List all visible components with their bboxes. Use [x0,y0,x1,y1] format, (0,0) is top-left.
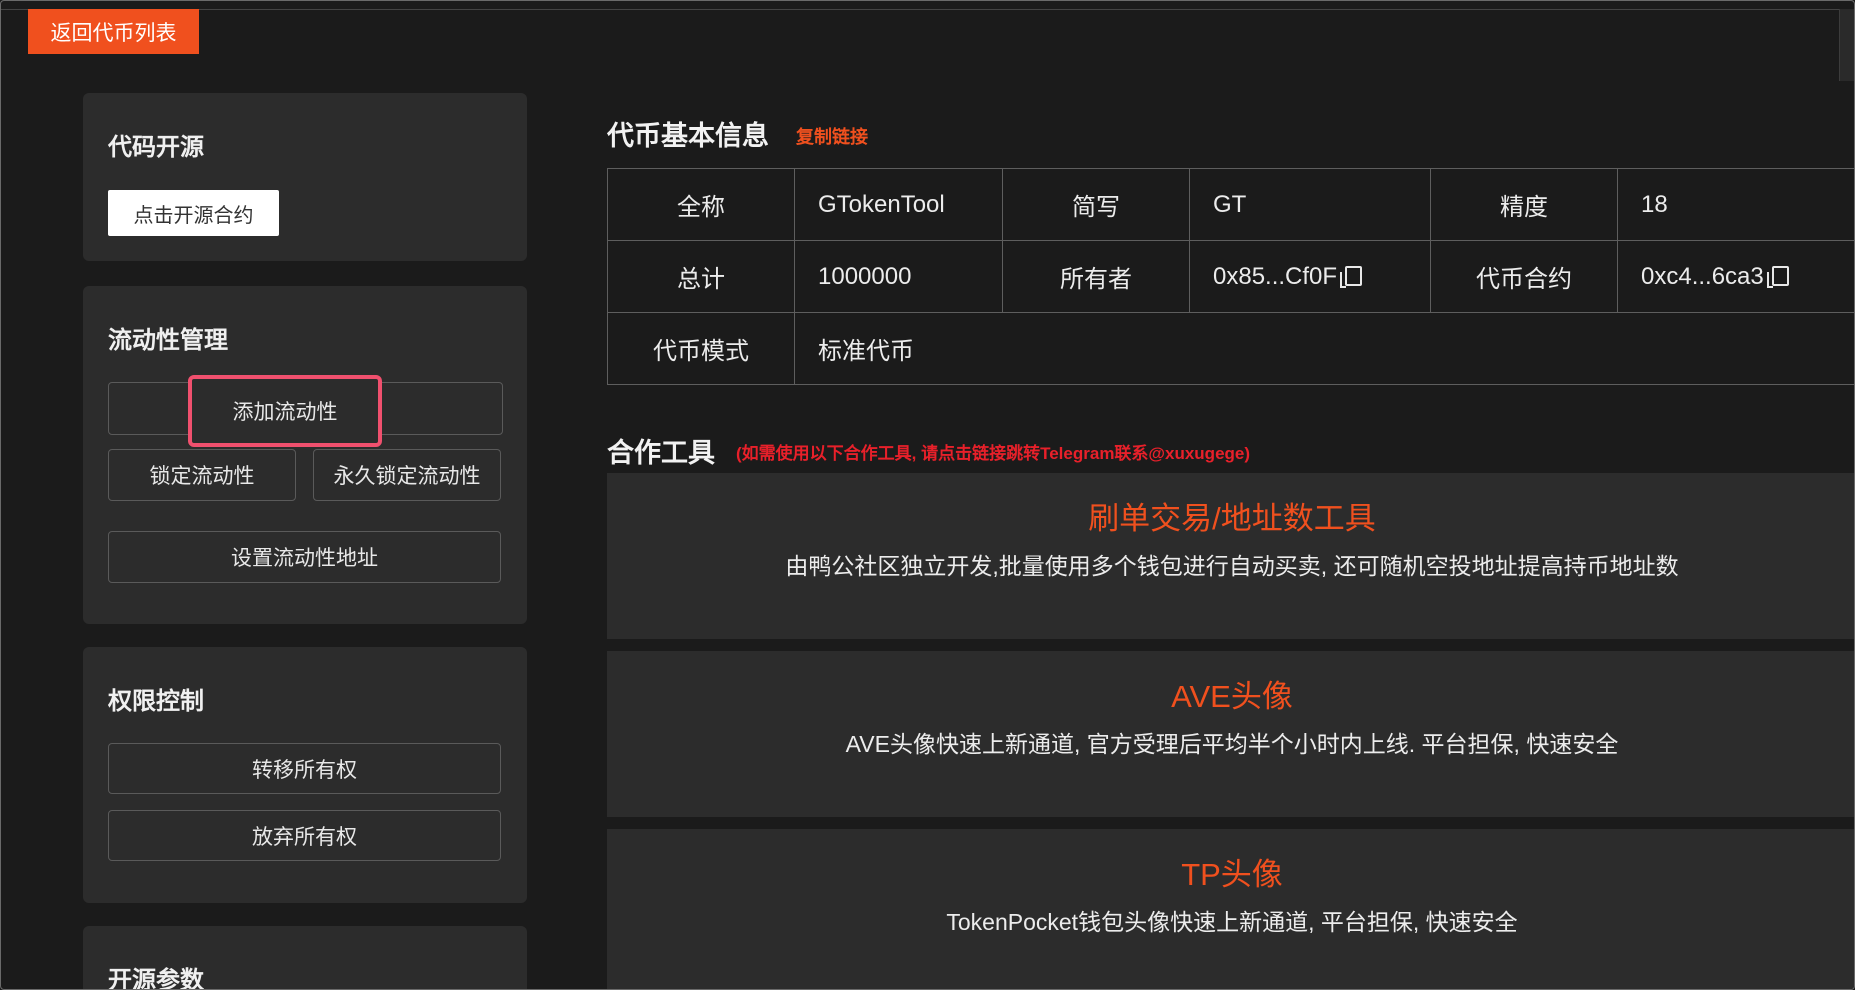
tool-title: TP头像 [1181,857,1283,892]
renounce-ownership-button[interactable]: 放弃所有权 [108,810,501,861]
label-owner: 所有者 [1002,240,1190,313]
lock-liquidity-forever-button[interactable]: 永久锁定流动性 [313,449,501,501]
copy-icon[interactable] [1340,265,1363,288]
transfer-ownership-button[interactable]: 转移所有权 [108,743,501,794]
label-token-mode: 代币模式 [607,312,795,385]
scrollbar[interactable] [1839,9,1854,81]
tool-title: 刷单交易/地址数工具 [1088,501,1376,536]
value-owner-cell: 0x85...Cf0F [1189,240,1431,313]
permission-title: 权限控制 [108,688,204,715]
lock-liquidity-button[interactable]: 锁定流动性 [108,449,296,501]
value-decimals: 18 [1617,168,1854,241]
value-contract: 0xc4...6ca3 [1641,262,1764,290]
label-full-name: 全称 [607,168,795,241]
value-full-name: GTokenTool [794,168,1003,241]
label-symbol: 简写 [1002,168,1190,241]
app-window: 返回代币列表 代码开源 点击开源合约 流动性管理 添加流动性 锁定流动性 永久锁… [0,0,1855,990]
token-info-title: 代币基本信息 [607,121,769,151]
label-decimals: 精度 [1430,168,1618,241]
table-row: 总计 1000000 所有者 0x85...Cf0F 代币合约 0xc4...6… [607,240,1854,313]
tool-desc: 由鸭公社区独立开发,批量使用多个钱包进行自动买卖, 还可随机空投地址提高持币地址… [785,553,1679,579]
liquidity-card: 流动性管理 添加流动性 锁定流动性 永久锁定流动性 设置流动性地址 [83,286,527,624]
tool-card-tp-avatar[interactable]: TP头像 TokenPocket钱包头像快速上新通道, 平台担保, 快速安全 [607,829,1854,989]
back-to-token-list-button[interactable]: 返回代币列表 [28,9,199,54]
label-total-supply: 总计 [607,240,795,313]
value-owner: 0x85...Cf0F [1213,262,1338,290]
permission-card: 权限控制 转移所有权 放弃所有权 [83,647,527,903]
tool-title: AVE头像 [1171,679,1293,714]
params-title: 开源参数 [108,967,204,990]
set-liquidity-address-button[interactable]: 设置流动性地址 [108,531,501,583]
tools-title: 合作工具 [607,438,715,468]
params-card: 开源参数 [83,926,527,990]
copy-icon[interactable] [1766,265,1789,288]
value-symbol: GT [1189,168,1431,241]
tool-card-bot-trading[interactable]: 刷单交易/地址数工具 由鸭公社区独立开发,批量使用多个钱包进行自动买卖, 还可随… [607,473,1854,639]
copy-link[interactable]: 复制链接 [796,123,868,149]
token-info-table: 全称 GTokenTool 简写 GT 精度 18 总计 1000000 所有者… [607,168,1854,385]
value-token-mode: 标准代币 [794,312,1854,385]
open-source-title: 代码开源 [108,134,204,161]
top-divider [1,9,1854,10]
open-source-contract-button[interactable]: 点击开源合约 [108,190,279,236]
label-contract: 代币合约 [1430,240,1618,313]
value-contract-cell: 0xc4...6ca3 [1617,240,1854,313]
tool-card-ave-avatar[interactable]: AVE头像 AVE头像快速上新通道, 官方受理后平均半个小时内上线. 平台担保,… [607,651,1854,817]
table-row: 全称 GTokenTool 简写 GT 精度 18 [607,168,1854,241]
table-row: 代币模式 标准代币 [607,312,1854,385]
tool-desc: TokenPocket钱包头像快速上新通道, 平台担保, 快速安全 [946,909,1518,935]
open-source-card: 代码开源 点击开源合约 [83,93,527,261]
liquidity-title: 流动性管理 [108,327,228,354]
tools-note[interactable]: (如需使用以下合作工具, 请点击链接跳转Telegram联系@xuxugege) [736,439,1250,464]
value-total-supply: 1000000 [794,240,1003,313]
tool-desc: AVE头像快速上新通道, 官方受理后平均半个小时内上线. 平台担保, 快速安全 [845,731,1619,757]
add-liquidity-button[interactable]: 添加流动性 [188,375,382,447]
